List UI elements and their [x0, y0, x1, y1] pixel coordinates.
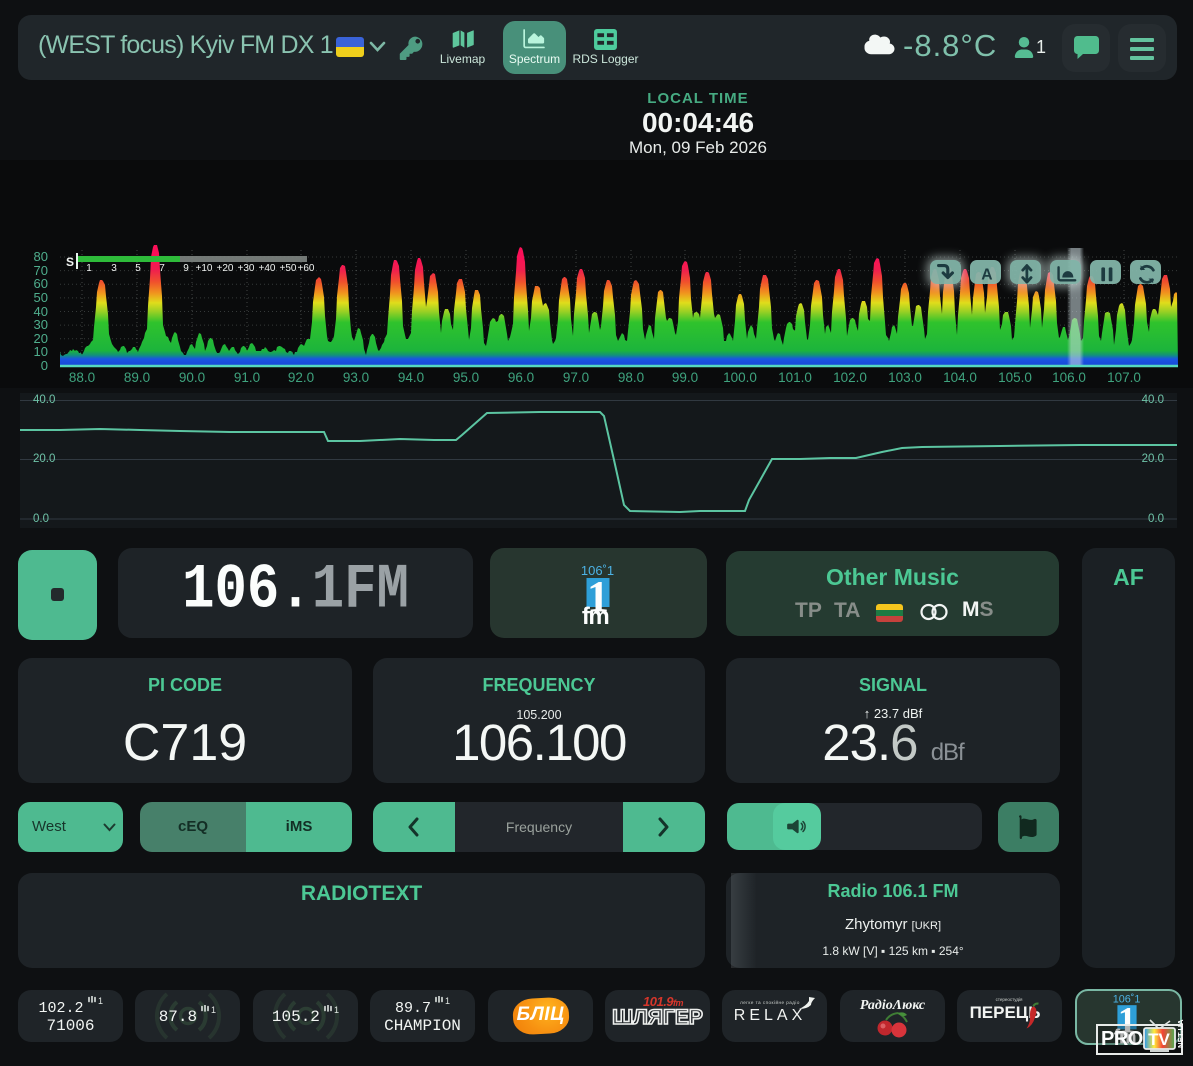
svg-text:1: 1	[98, 996, 103, 1006]
svg-text:TV: TV	[1148, 1030, 1170, 1049]
svg-text:1: 1	[211, 1005, 216, 1015]
svg-text:fm: fm	[582, 603, 608, 627]
svg-text:1: 1	[445, 996, 450, 1006]
svg-text:1: 1	[334, 1005, 339, 1015]
